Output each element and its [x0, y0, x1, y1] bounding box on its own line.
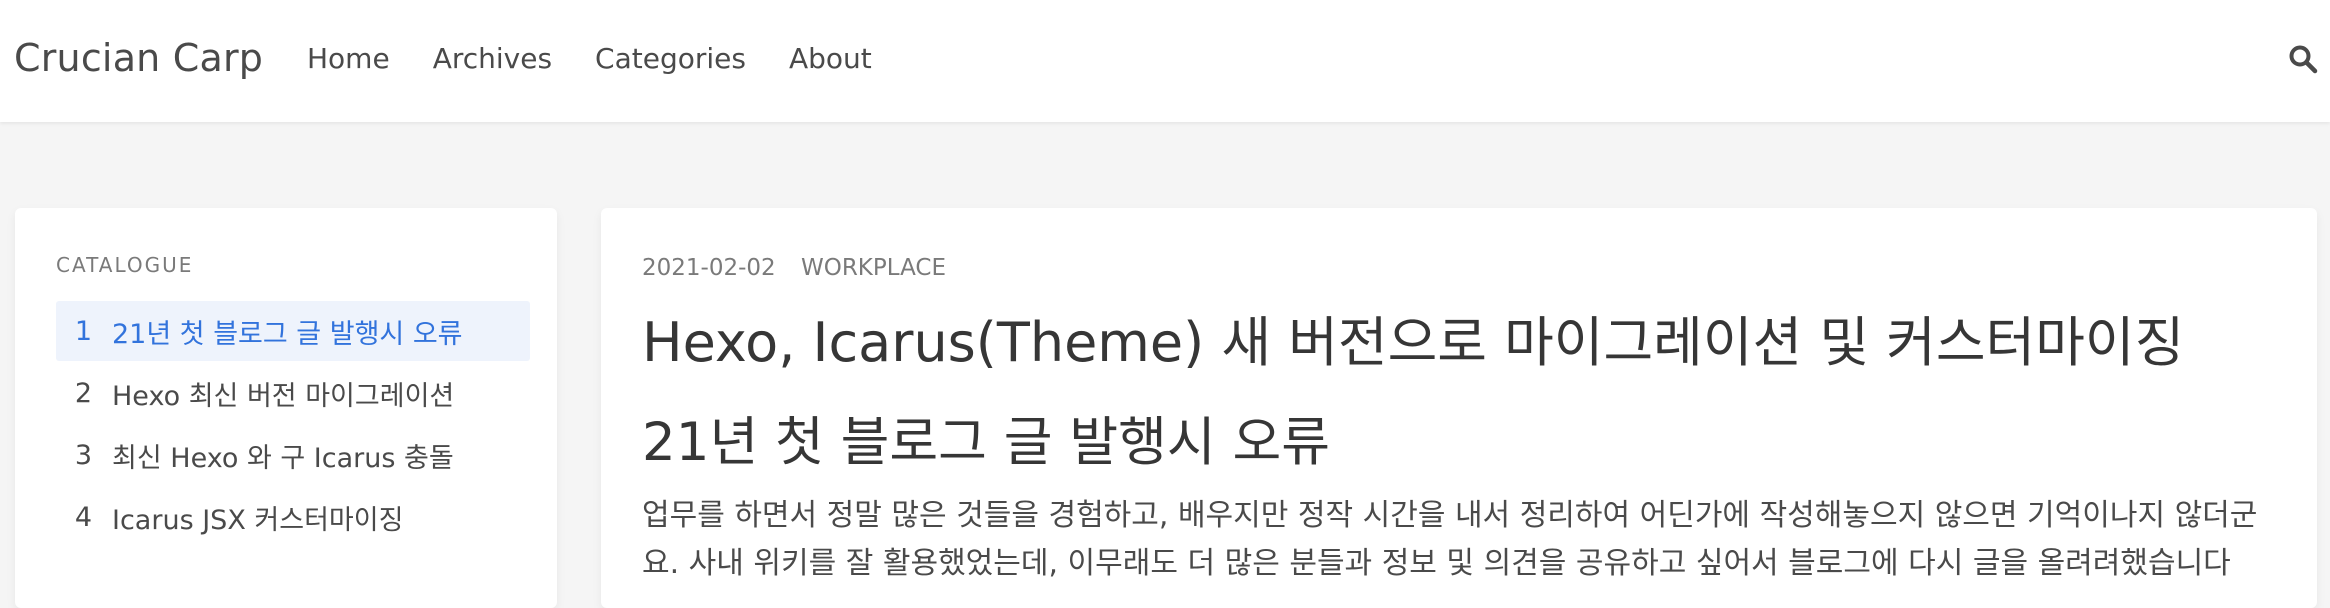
post-date: 2021-02-02	[642, 255, 776, 281]
nav-categories[interactable]: Categories	[595, 42, 746, 75]
catalogue-item-number: 2	[74, 377, 92, 409]
nav-about[interactable]: About	[789, 42, 872, 75]
nav-archives[interactable]: Archives	[433, 42, 552, 75]
catalogue-item-label: 21년 첫 블로그 글 발행시 오류	[112, 318, 463, 350]
catalogue-item-label: Hexo 최신 버전 마이그레이션	[112, 380, 455, 412]
catalogue-item-3[interactable]: 3 최신 Hexo 와 구 Icarus 충돌	[56, 425, 530, 485]
search-icon[interactable]	[2288, 44, 2318, 74]
catalogue-item-label: 최신 Hexo 와 구 Icarus 충돌	[112, 442, 454, 474]
catalogue-item-number: 3	[74, 439, 92, 471]
nav-home[interactable]: Home	[307, 42, 390, 75]
navbar: Crucian Carp Home Archives Categories Ab…	[0, 0, 2330, 122]
catalogue-item-number: 4	[74, 501, 92, 533]
site-brand[interactable]: Crucian Carp	[14, 36, 263, 80]
catalogue-item-4[interactable]: 4 Icarus JSX 커스터마이징	[56, 487, 530, 547]
nav-links: Home Archives Categories About	[307, 42, 915, 75]
post-title: Hexo, Icarus(Theme) 새 버전으로 마이그레이션 및 커스터마…	[642, 311, 2185, 374]
catalogue-card: CATALOGUE 1 21년 첫 블로그 글 발행시 오류 2 Hexo 최신…	[15, 208, 557, 608]
post-meta: 2021-02-02 WORKPLACE	[642, 255, 946, 281]
catalogue-heading: CATALOGUE	[56, 253, 194, 277]
catalogue-item-label: Icarus JSX 커스터마이징	[112, 504, 404, 536]
post-card: 2021-02-02 WORKPLACE Hexo, Icarus(Theme)…	[601, 208, 2317, 608]
post-body-text: 업무를 하면서 정말 많은 것들을 경험하고, 배우지만 정작 시간을 내서 정…	[642, 498, 2258, 581]
catalogue-item-1[interactable]: 1 21년 첫 블로그 글 발행시 오류	[56, 301, 530, 361]
catalogue-list: 1 21년 첫 블로그 글 발행시 오류 2 Hexo 최신 버전 마이그레이션…	[56, 301, 530, 549]
catalogue-item-2[interactable]: 2 Hexo 최신 버전 마이그레이션	[56, 363, 530, 423]
post-section-heading: 21년 첫 블로그 글 발행시 오류	[642, 412, 1331, 473]
post-category-link[interactable]: WORKPLACE	[801, 255, 946, 281]
catalogue-item-number: 1	[74, 315, 92, 347]
